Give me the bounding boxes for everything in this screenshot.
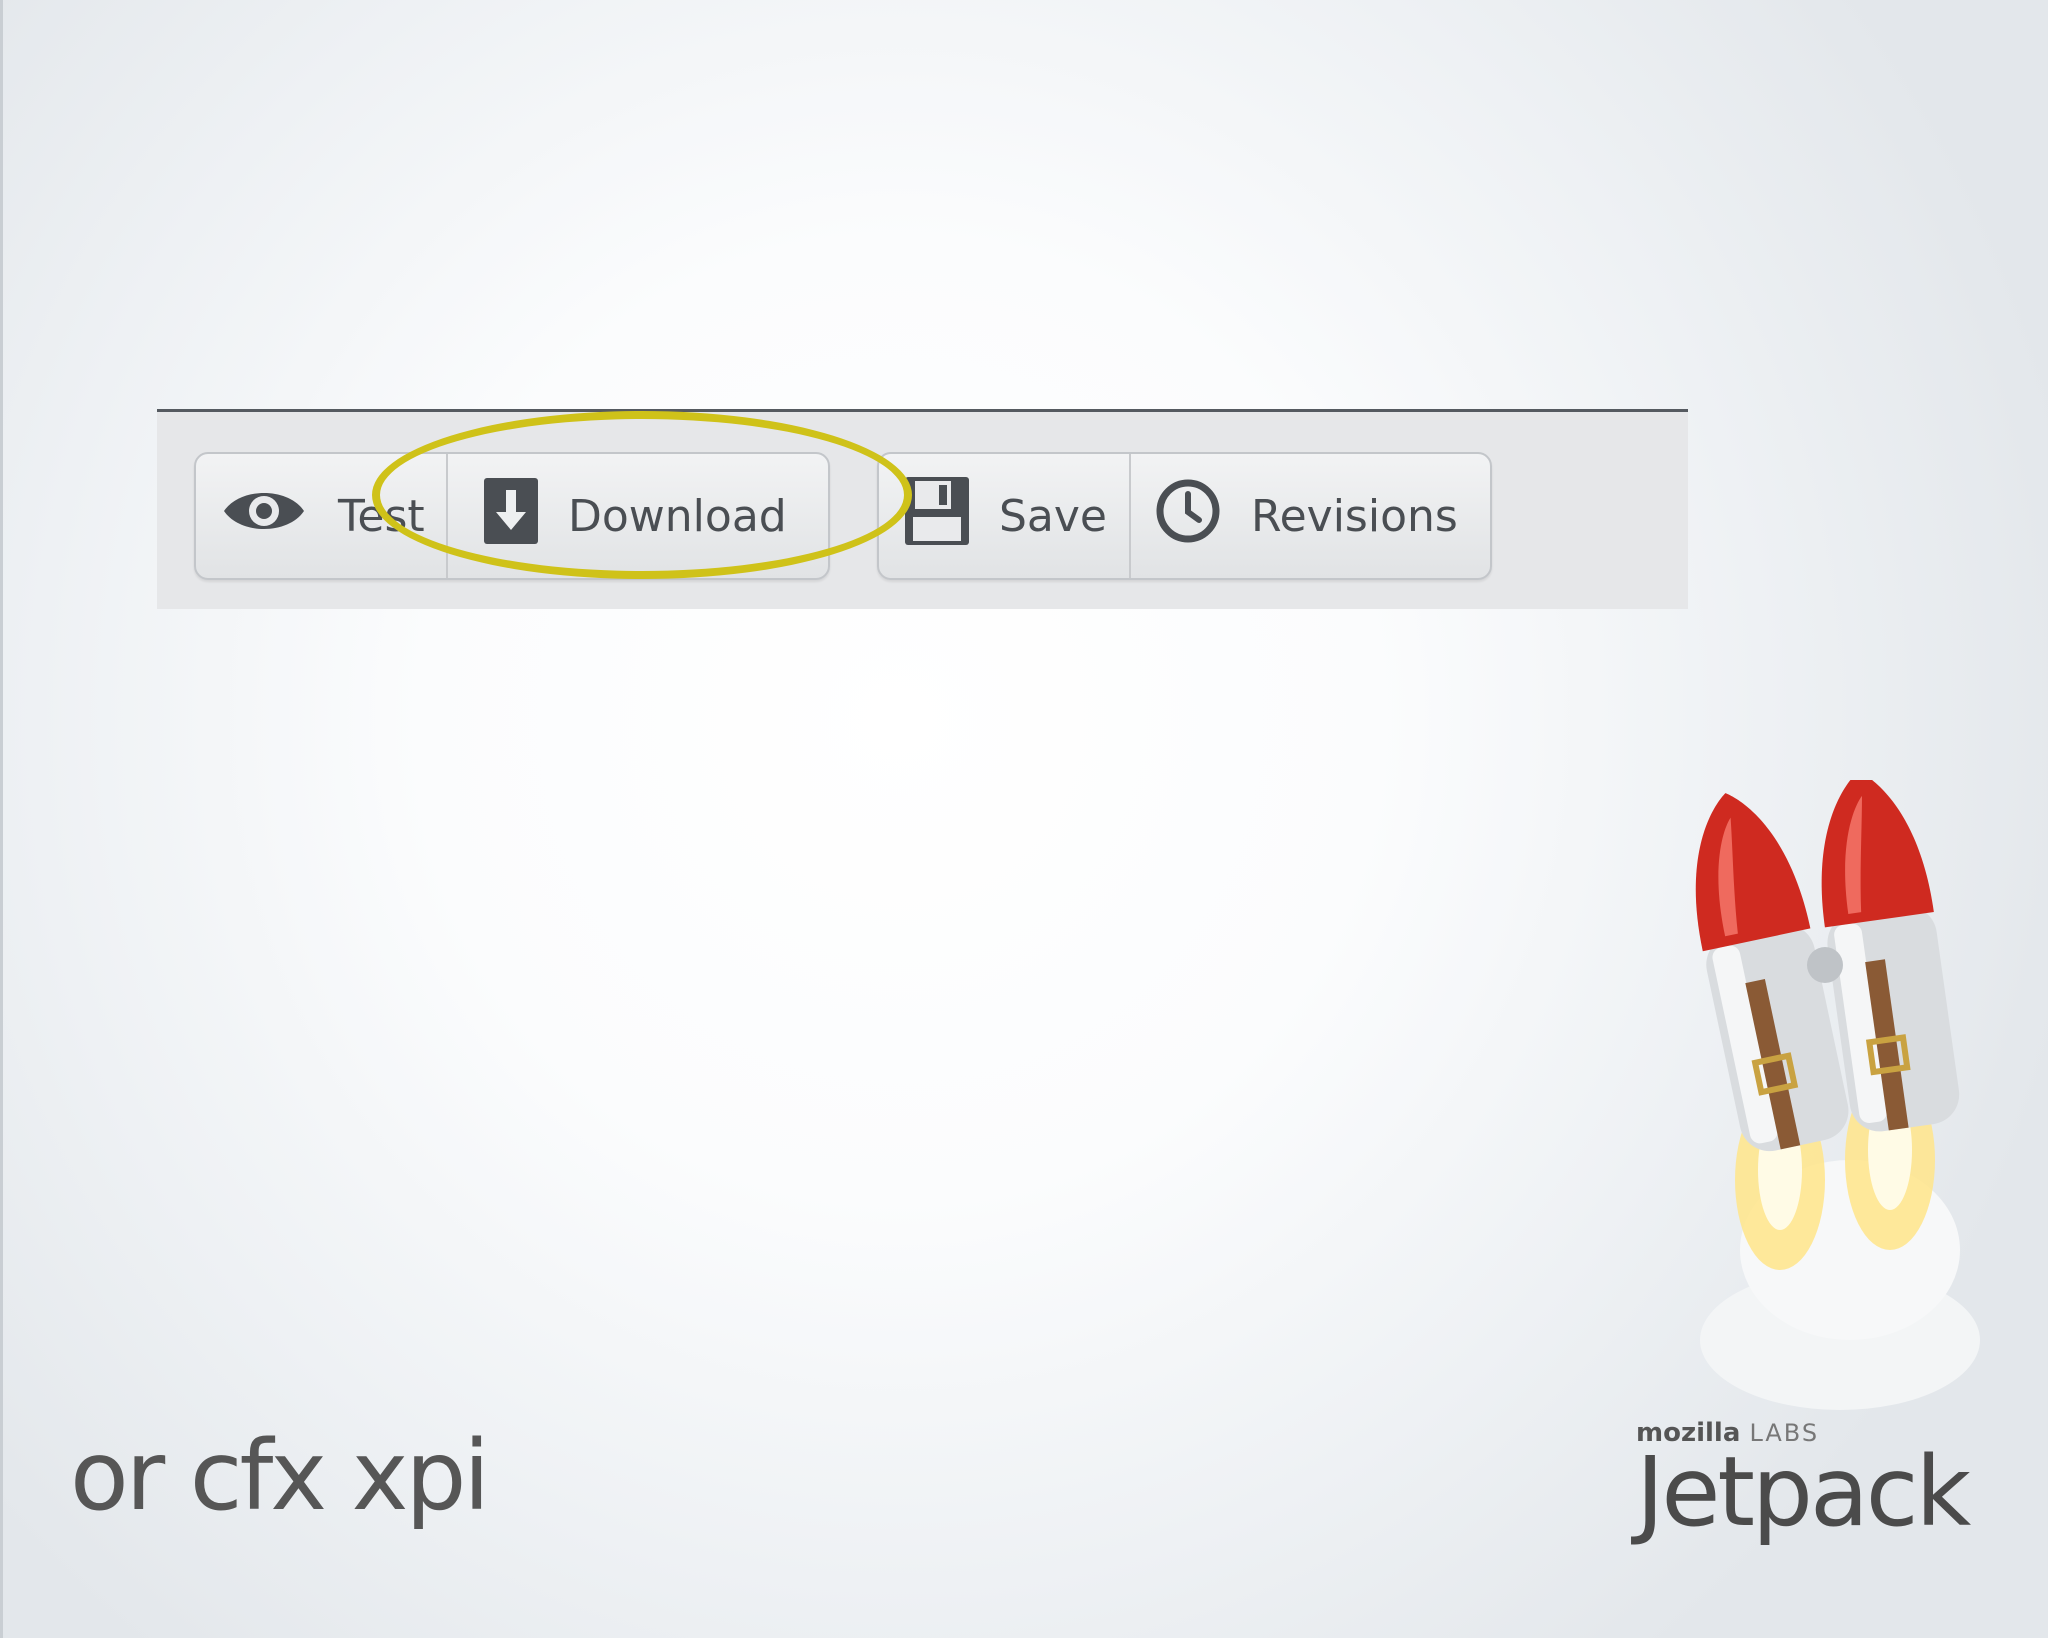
clock-icon <box>1155 478 1221 555</box>
download-icon <box>484 477 538 555</box>
revisions-button-label: Revisions <box>1251 490 1458 542</box>
slide-caption: or cfx xpi <box>70 1420 490 1532</box>
mozilla-labs-jetpack-logo: mozilla LABS Jetpack <box>1636 1418 2036 1548</box>
test-download-group: Test Download <box>194 452 830 580</box>
floppy-disk-icon <box>905 476 969 556</box>
revisions-button[interactable]: Revisions <box>1129 454 1489 578</box>
eye-icon <box>220 483 308 550</box>
download-button[interactable]: Download <box>446 454 826 578</box>
jetpack-rockets-illustration <box>1695 780 1980 1410</box>
test-button-label: Test <box>338 490 425 542</box>
download-button-label: Download <box>568 490 787 542</box>
test-button[interactable]: Test <box>196 454 446 578</box>
logo-product-name: Jetpack <box>1636 1436 1971 1548</box>
slide-edge <box>0 0 3 1638</box>
builder-toolbar: Test Download Save Revisions <box>157 409 1688 609</box>
save-button[interactable]: Save <box>879 454 1129 578</box>
save-revisions-group: Save Revisions <box>877 452 1492 580</box>
save-button-label: Save <box>999 490 1108 542</box>
